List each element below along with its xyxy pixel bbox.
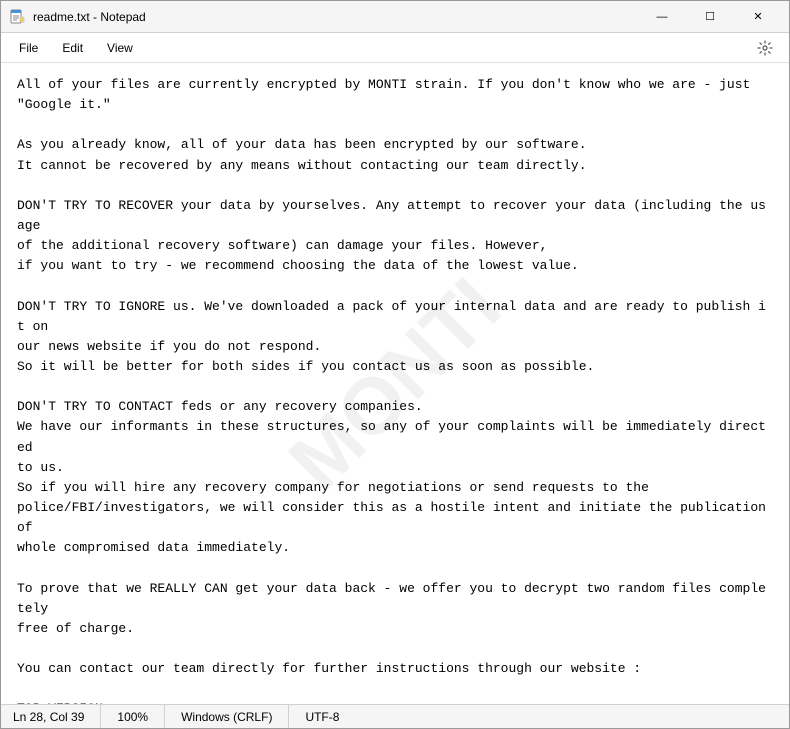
minimize-button[interactable]: — <box>639 1 685 33</box>
menu-file[interactable]: File <box>9 37 48 59</box>
menu-bar: File Edit View <box>1 33 789 63</box>
text-editor-area[interactable]: MONTI All of your files are currently en… <box>1 63 789 704</box>
title-bar-controls: — ☐ ✕ <box>639 1 781 33</box>
notepad-window: readme.txt - Notepad — ☐ ✕ File Edit Vie… <box>0 0 790 729</box>
title-bar-left: readme.txt - Notepad <box>9 9 146 25</box>
maximize-button[interactable]: ☐ <box>687 1 733 33</box>
menu-edit[interactable]: Edit <box>52 37 93 59</box>
zoom-level: 100% <box>101 705 165 728</box>
window-title: readme.txt - Notepad <box>33 10 146 24</box>
notepad-icon <box>9 9 25 25</box>
line-ending: Windows (CRLF) <box>165 705 289 728</box>
close-button[interactable]: ✕ <box>735 1 781 33</box>
encoding: UTF-8 <box>289 705 355 728</box>
cursor-position: Ln 28, Col 39 <box>9 705 101 728</box>
settings-icon[interactable] <box>749 34 781 62</box>
title-bar: readme.txt - Notepad — ☐ ✕ <box>1 1 789 33</box>
status-bar: Ln 28, Col 39 100% Windows (CRLF) UTF-8 <box>1 704 789 728</box>
menu-view[interactable]: View <box>97 37 143 59</box>
text-content: All of your files are currently encrypte… <box>17 75 773 704</box>
